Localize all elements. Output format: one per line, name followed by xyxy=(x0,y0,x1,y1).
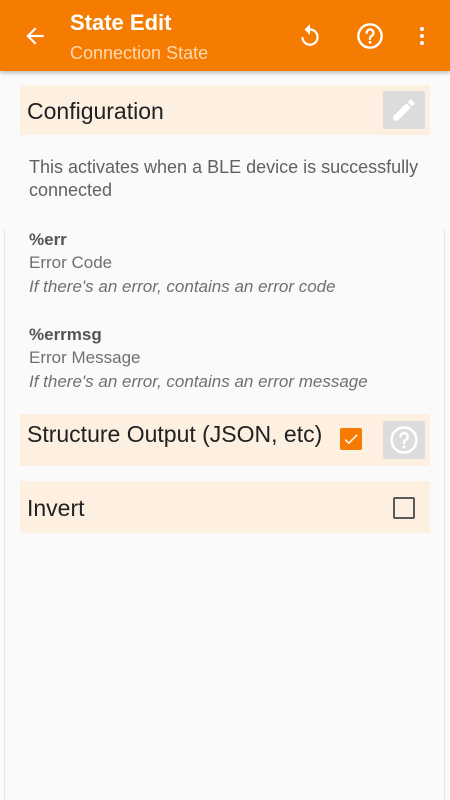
variable-item: %err Error Code If there's an error, con… xyxy=(29,229,439,299)
checkmark-icon xyxy=(344,434,358,445)
structure-output-row[interactable]: Structure Output (JSON, etc) xyxy=(20,414,430,466)
reset-button[interactable] xyxy=(292,18,328,54)
variable-name: %errmsg xyxy=(29,325,102,344)
content-divider-right xyxy=(444,230,445,800)
help-button[interactable] xyxy=(352,18,388,54)
variable-description: If there's an error, contains an error m… xyxy=(29,372,368,391)
app-bar: State Edit Connection State xyxy=(0,0,450,71)
reset-icon xyxy=(301,24,319,46)
state-edit-screen: State Edit Connection State Configuratio… xyxy=(0,0,450,800)
state-description: This activates when a BLE device is succ… xyxy=(29,157,419,200)
structure-output-help-button[interactable] xyxy=(383,421,425,459)
variable-item: %errmsg Error Message If there's an erro… xyxy=(29,324,439,394)
invert-label: Invert xyxy=(27,495,85,521)
edit-configuration-button[interactable] xyxy=(383,91,425,129)
content-divider-left xyxy=(4,230,5,800)
configuration-label: Configuration xyxy=(27,98,164,124)
invert-row[interactable]: Invert xyxy=(20,481,430,533)
more-options-button[interactable] xyxy=(404,18,440,54)
more-vert-icon xyxy=(420,27,424,45)
variable-name: %err xyxy=(29,230,67,249)
page-subtitle: Connection State xyxy=(70,43,209,63)
structure-output-checkbox[interactable] xyxy=(340,428,362,450)
back-button[interactable] xyxy=(18,20,52,52)
variable-title: Error Message xyxy=(29,348,141,367)
arrow-back-icon xyxy=(26,27,44,45)
invert-checkbox[interactable] xyxy=(393,497,415,519)
pencil-icon xyxy=(393,99,415,121)
variable-description: If there's an error, contains an error c… xyxy=(29,277,336,296)
help-icon xyxy=(390,426,418,454)
variable-title: Error Code xyxy=(29,253,113,272)
app-bar-titles: State Edit Connection State xyxy=(70,9,208,65)
structure-output-label: Structure Output (JSON, etc) xyxy=(27,421,323,447)
help-icon xyxy=(357,23,383,49)
configuration-row[interactable]: Configuration xyxy=(20,85,430,135)
page-title: State Edit xyxy=(70,10,172,35)
